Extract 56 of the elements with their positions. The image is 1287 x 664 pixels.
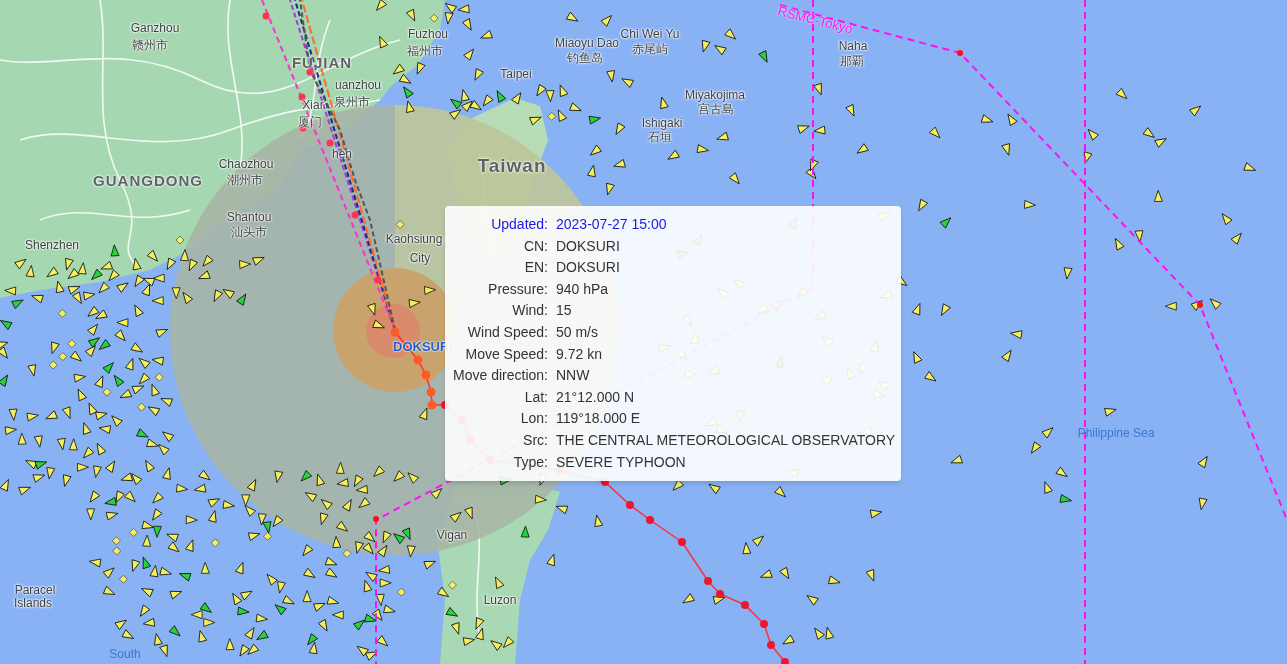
field-value: SEVERE TYPHOON xyxy=(556,452,687,472)
place-label: 汕头市 xyxy=(231,226,267,238)
field-value: 15 xyxy=(556,301,573,321)
field-value: THE CENTRAL METEOROLOGICAL OBSERVATORY xyxy=(556,430,897,450)
field-value: 2023-07-27 15:00 xyxy=(556,215,668,234)
place-label: Chi Wei Yu xyxy=(620,28,680,40)
field-value: 940 hPa xyxy=(556,279,610,299)
place-label: Vigan xyxy=(436,529,468,541)
place-label: uanzhou xyxy=(335,79,381,91)
field-value: 119°18.000 E xyxy=(556,409,641,429)
place-label: Kaohsiung xyxy=(385,233,443,245)
place-label: Fuzhou xyxy=(408,28,448,40)
place-label: Shantou xyxy=(226,211,272,223)
field-value: 50 m/s xyxy=(556,322,599,342)
place-label: 潮州市 xyxy=(227,174,263,186)
place-label: City xyxy=(409,252,431,264)
sea-label: South xyxy=(109,648,141,660)
place-label: 厦门 xyxy=(298,116,322,128)
field-value: DOKSURI xyxy=(556,236,621,256)
place-label: 宫古島 xyxy=(698,103,734,115)
field-label: Wind Speed: xyxy=(466,322,548,342)
field-label: Updated: xyxy=(490,215,548,234)
field-label: EN: xyxy=(523,258,548,278)
place-label: Miaoyu Dao xyxy=(555,37,619,49)
place-label: Chaozhou xyxy=(218,158,274,170)
field-label: Src: xyxy=(522,430,548,450)
field-label: Lon: xyxy=(519,409,548,429)
place-label: 赣州市 xyxy=(132,39,168,51)
field-label: Wind: xyxy=(511,301,548,321)
place-label: Taipei xyxy=(500,68,532,80)
sea-label: Philippine Sea xyxy=(1077,427,1155,439)
field-value: 21°12.000 N xyxy=(556,387,635,407)
field-label: Move Speed: xyxy=(464,344,548,364)
place-label: 泉州市 xyxy=(334,96,370,108)
place-label: 那覇 xyxy=(840,55,864,67)
place-label: Paracel xyxy=(14,584,56,596)
field-label: CN: xyxy=(522,236,548,256)
field-value: DOKSURI xyxy=(556,258,621,278)
place-label: Ganzhou xyxy=(130,22,180,34)
field-label: Pressure: xyxy=(487,279,548,299)
place-label: Shenzhen xyxy=(25,239,79,251)
place-label: Ishigaki xyxy=(641,117,683,129)
place-label: Miyakojima xyxy=(685,89,745,101)
field-value: 9.72 kn xyxy=(556,344,603,364)
place-label: Islands xyxy=(14,597,52,609)
field-label: Move direction: xyxy=(453,366,548,386)
place-label: Naha xyxy=(838,40,868,52)
place-label: 石垣 xyxy=(648,131,672,143)
place-label: Luzon xyxy=(483,594,517,606)
place-label: 钓鱼岛 xyxy=(567,52,603,64)
place-label: 赤尾屿 xyxy=(632,43,668,55)
field-label: Type: xyxy=(512,452,548,472)
place-label: Taiwan xyxy=(477,156,547,175)
field-value: NNW xyxy=(556,366,591,386)
place-label: 福州市 xyxy=(407,45,443,57)
field-label: Lat: xyxy=(523,387,548,407)
